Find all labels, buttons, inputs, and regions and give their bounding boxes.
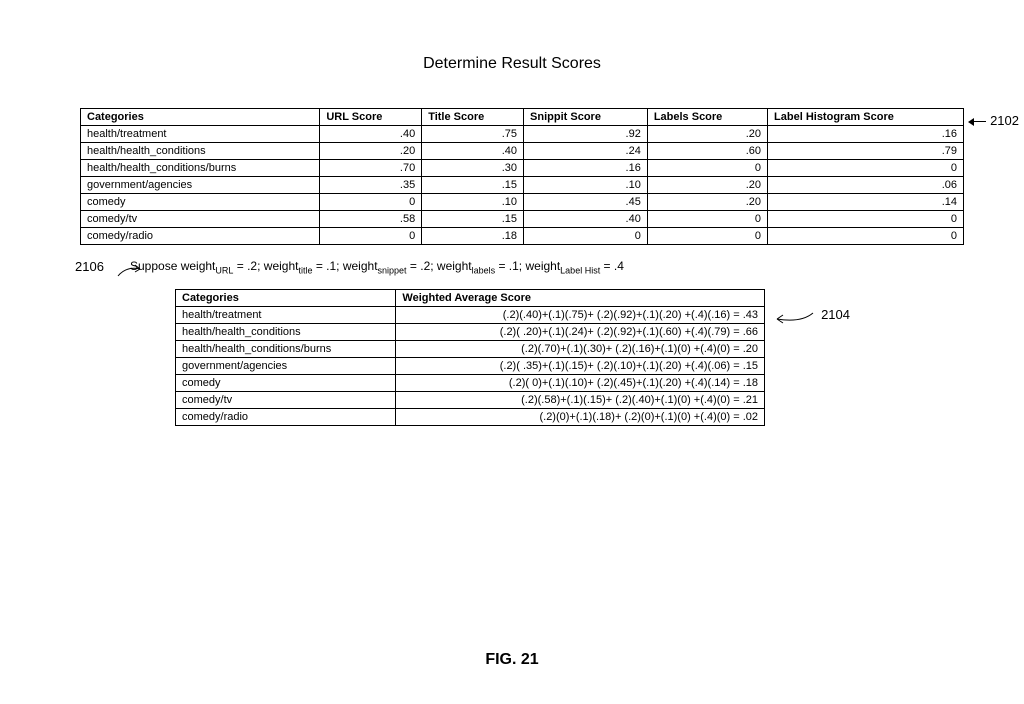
callout-2102: 2102: [990, 113, 1019, 128]
col-labels-score: Labels Score: [647, 109, 767, 126]
cell-snippit-score: .10: [524, 177, 648, 194]
cell-category: health/treatment: [81, 126, 320, 143]
cell-category: health/health_conditions: [176, 324, 396, 341]
cell-url-score: .70: [320, 160, 422, 177]
callout-2104: 2104: [821, 307, 850, 322]
table-row: comedy/radio0.18000: [81, 228, 964, 245]
cell-snippit-score: .16: [524, 160, 648, 177]
cell-label-histogram-score: .06: [768, 177, 964, 194]
cell-weighted-expression: (.2)( .35)+(.1)(.15)+ (.2)(.10)+(.1)(.20…: [396, 358, 765, 375]
cell-snippit-score: .45: [524, 194, 648, 211]
cell-title-score: .15: [422, 177, 524, 194]
cell-weighted-expression: (.2)( .20)+(.1)(.24)+ (.2)(.92)+(.1)(.60…: [396, 324, 765, 341]
figure-label: FIG. 21: [0, 651, 1024, 669]
cell-category: government/agencies: [176, 358, 396, 375]
cell-weighted-expression: (.2)(0)+(.1)(.18)+ (.2)(0)+(.1)(0) +(.4)…: [396, 409, 765, 426]
weighted-table-area: Categories Weighted Average Score health…: [175, 289, 765, 426]
table-row: government/agencies.35.15.10.20.06: [81, 177, 964, 194]
score-table: Categories URL Score Title Score Snippit…: [80, 108, 964, 245]
arrow-icon: [116, 262, 146, 278]
cell-category: comedy: [81, 194, 320, 211]
col-title-score: Title Score: [422, 109, 524, 126]
cell-category: comedy/radio: [81, 228, 320, 245]
cell-labels-score: .20: [647, 177, 767, 194]
table-row: comedy/tv.58.15.4000: [81, 211, 964, 228]
cell-category: government/agencies: [81, 177, 320, 194]
table-row: comedy/tv(.2)(.58)+(.1)(.15)+ (.2)(.40)+…: [176, 392, 765, 409]
cell-title-score: .10: [422, 194, 524, 211]
table-row: health/treatment.40.75.92.20.16: [81, 126, 964, 143]
cell-labels-score: .60: [647, 143, 767, 160]
table-header-row: Categories URL Score Title Score Snippit…: [81, 109, 964, 126]
cell-weighted-expression: (.2)(.40)+(.1)(.75)+ (.2)(.92)+(.1)(.20)…: [396, 307, 765, 324]
table-row: health/health_conditions.20.40.24.60.79: [81, 143, 964, 160]
score-table-area: Categories URL Score Title Score Snippit…: [80, 108, 964, 245]
weight-assumption-line: 2106 Suppose weightURL = .2; weighttitle…: [130, 259, 1024, 275]
cell-label-histogram-score: 0: [768, 160, 964, 177]
cell-title-score: .18: [422, 228, 524, 245]
cell-title-score: .30: [422, 160, 524, 177]
cell-labels-score: 0: [647, 160, 767, 177]
table-row: comedy/radio(.2)(0)+(.1)(.18)+ (.2)(0)+(…: [176, 409, 765, 426]
cell-labels-score: .20: [647, 126, 767, 143]
cell-weighted-expression: (.2)( 0)+(.1)(.10)+ (.2)(.45)+(.1)(.20) …: [396, 375, 765, 392]
cell-labels-score: 0: [647, 228, 767, 245]
cell-snippit-score: 0: [524, 228, 648, 245]
cell-url-score: .20: [320, 143, 422, 160]
cell-category: health/health_conditions/burns: [81, 160, 320, 177]
cell-weighted-expression: (.2)(.58)+(.1)(.15)+ (.2)(.40)+(.1)(0) +…: [396, 392, 765, 409]
cell-labels-score: 0: [647, 211, 767, 228]
table-row: health/health_conditions/burns.70.30.160…: [81, 160, 964, 177]
callout-2106: 2106: [75, 259, 104, 274]
cell-label-histogram-score: 0: [768, 211, 964, 228]
col-categories: Categories: [176, 290, 396, 307]
cell-category: health/treatment: [176, 307, 396, 324]
cell-category: comedy/radio: [176, 409, 396, 426]
cell-title-score: .40: [422, 143, 524, 160]
cell-category: comedy: [176, 375, 396, 392]
cell-url-score: .58: [320, 211, 422, 228]
page-title: Determine Result Scores: [0, 55, 1024, 73]
cell-category: health/health_conditions/burns: [176, 341, 396, 358]
table-row: health/treatment(.2)(.40)+(.1)(.75)+ (.2…: [176, 307, 765, 324]
cell-label-histogram-score: .79: [768, 143, 964, 160]
col-weighted-average-score: Weighted Average Score: [396, 290, 765, 307]
cell-label-histogram-score: 0: [768, 228, 964, 245]
cell-label-histogram-score: .16: [768, 126, 964, 143]
table-row: government/agencies(.2)( .35)+(.1)(.15)+…: [176, 358, 765, 375]
weight-text: Suppose weightURL = .2; weighttitle = .1…: [130, 259, 624, 273]
cell-snippit-score: .92: [524, 126, 648, 143]
table-header-row: Categories Weighted Average Score: [176, 290, 765, 307]
cell-url-score: .35: [320, 177, 422, 194]
table-row: health/health_conditions(.2)( .20)+(.1)(…: [176, 324, 765, 341]
table-row: comedy0.10.45.20.14: [81, 194, 964, 211]
arrow-icon: [771, 311, 815, 327]
cell-snippit-score: .24: [524, 143, 648, 160]
cell-labels-score: .20: [647, 194, 767, 211]
col-label-histogram-score: Label Histogram Score: [768, 109, 964, 126]
cell-weighted-expression: (.2)(.70)+(.1)(.30)+ (.2)(.16)+(.1)(0) +…: [396, 341, 765, 358]
cell-title-score: .15: [422, 211, 524, 228]
cell-category: health/health_conditions: [81, 143, 320, 160]
table-row: comedy(.2)( 0)+(.1)(.10)+ (.2)(.45)+(.1)…: [176, 375, 765, 392]
cell-url-score: 0: [320, 228, 422, 245]
cell-url-score: .40: [320, 126, 422, 143]
col-snippit-score: Snippit Score: [524, 109, 648, 126]
table-row: health/health_conditions/burns(.2)(.70)+…: [176, 341, 765, 358]
cell-label-histogram-score: .14: [768, 194, 964, 211]
cell-category: comedy/tv: [176, 392, 396, 409]
col-url-score: URL Score: [320, 109, 422, 126]
col-categories: Categories: [81, 109, 320, 126]
cell-snippit-score: .40: [524, 211, 648, 228]
weighted-table: Categories Weighted Average Score health…: [175, 289, 765, 426]
cell-title-score: .75: [422, 126, 524, 143]
cell-url-score: 0: [320, 194, 422, 211]
cell-category: comedy/tv: [81, 211, 320, 228]
